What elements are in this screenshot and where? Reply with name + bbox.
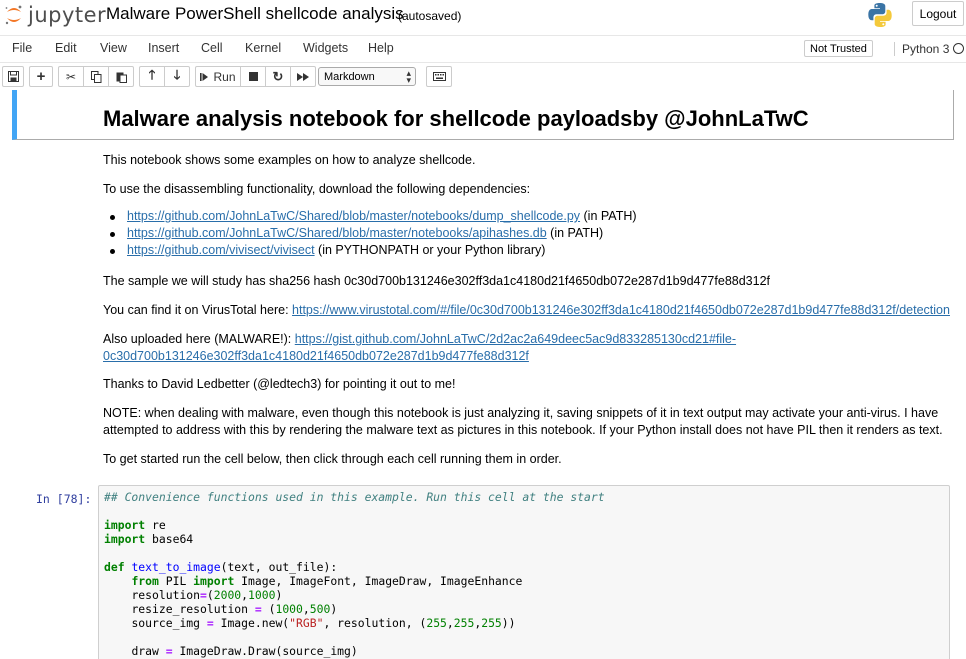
copy-icon: [90, 70, 101, 83]
menu-kernel[interactable]: Kernel: [245, 41, 281, 55]
arrow-down-icon: 🡓: [173, 66, 181, 82]
header: jupyter Malware PowerShell shellcode ana…: [0, 0, 966, 31]
markdown-heading: Malware analysis notebook for shellcode …: [103, 106, 809, 131]
cell-type-value: Markdown: [324, 70, 375, 83]
get-started-text: To get started run the cell below, then …: [103, 452, 562, 466]
move-down-button[interactable]: 🡓: [164, 66, 190, 87]
copy-button[interactable]: [83, 66, 109, 87]
save-icon: [7, 71, 19, 82]
menu-file[interactable]: File: [12, 41, 32, 55]
paste-icon: [116, 72, 127, 83]
menu-insert[interactable]: Insert: [148, 41, 179, 55]
interrupt-button[interactable]: [240, 66, 266, 87]
code-line: resize_resolution = (1000,500): [131, 602, 338, 616]
trust-status-button[interactable]: Not Trusted: [804, 40, 873, 57]
cell-type-select[interactable]: Markdown ▴ ▾: [318, 67, 416, 86]
list-bullet: [110, 249, 115, 254]
toolbar: + ✂ 🡑 🡓 Run ↻ Markdown ▴ ▾: [0, 64, 966, 90]
insert-cell-button[interactable]: +: [29, 66, 53, 87]
autosave-status: (autosaved): [398, 9, 462, 23]
code-line: resolution=(2000,1000): [131, 588, 283, 602]
list-item: https://github.com/JohnLaTwC/Shared/blob…: [127, 226, 604, 240]
menu-edit[interactable]: Edit: [55, 41, 77, 55]
dep-link-apihashes[interactable]: https://github.com/JohnLaTwC/Shared/blob…: [127, 226, 547, 240]
restart-icon: ↻: [272, 68, 284, 84]
code-line: import re: [104, 518, 166, 532]
cell-prompt: In [78]:: [36, 492, 92, 506]
code-line: from PIL import Image, ImageFont, ImageD…: [131, 574, 523, 588]
list-item: https://github.com/vivisect/vivisect (in…: [127, 243, 546, 257]
restart-run-all-button[interactable]: [290, 66, 316, 87]
keyboard-icon: [432, 72, 446, 81]
list-item: https://github.com/JohnLaTwC/Shared/blob…: [127, 209, 637, 223]
restart-kernel-button[interactable]: ↻: [265, 66, 291, 87]
sample-hash-text: The sample we will study has sha256 hash…: [103, 274, 770, 288]
kernel-name: Python 3: [894, 42, 949, 56]
run-button[interactable]: Run: [195, 66, 241, 87]
virustotal-text: You can find it on VirusTotal here: http…: [103, 303, 950, 317]
arrow-up-icon: 🡑: [148, 66, 156, 82]
jupyter-logo[interactable]: jupyter: [4, 2, 106, 28]
logout-button[interactable]: Logout: [912, 1, 964, 26]
stop-icon: [248, 72, 258, 81]
dep-link-dump-shellcode[interactable]: https://github.com/JohnLaTwC/Shared/blob…: [127, 209, 580, 223]
gist-link[interactable]: https://gist.github.com/JohnLaTwC/2d2ac2…: [295, 332, 736, 346]
cut-button[interactable]: ✂: [58, 66, 84, 87]
menu-help[interactable]: Help: [368, 41, 394, 55]
list-bullet: [110, 232, 115, 237]
paste-button[interactable]: [108, 66, 134, 87]
command-palette-button[interactable]: [426, 66, 452, 87]
move-up-button[interactable]: 🡑: [139, 66, 165, 87]
code-line: def text_to_image(text, out_file):: [104, 560, 338, 574]
code-line: import base64: [104, 532, 194, 546]
menu-cell[interactable]: Cell: [201, 41, 223, 55]
list-bullet: [110, 215, 115, 220]
deps-intro-text: To use the disassembling functionality, …: [103, 182, 531, 196]
jupyter-icon: [5, 5, 22, 25]
menu-view[interactable]: View: [100, 41, 127, 55]
python-logo-icon: [868, 3, 892, 27]
thanks-text: Thanks to David Ledbetter (@ledtech3) fo…: [103, 377, 456, 391]
menubar: File Edit View Insert Cell Kernel Widget…: [0, 35, 966, 63]
code-line: draw = ImageDraw.Draw(source_img): [131, 644, 358, 658]
code-line: ## Convenience functions used in this ex…: [104, 490, 605, 504]
note-text: NOTE: when dealing with malware, even th…: [103, 406, 939, 420]
notebook-container: Malware analysis notebook for shellcode …: [0, 90, 966, 659]
step-forward-icon: [200, 72, 209, 81]
plus-icon: +: [36, 68, 46, 85]
select-arrows-icon: ▴ ▾: [406, 68, 411, 85]
logo-text: jupyter: [28, 3, 107, 27]
menu-widgets[interactable]: Widgets: [303, 41, 348, 55]
notebook-title[interactable]: Malware PowerShell shellcode analysis: [106, 4, 404, 24]
virustotal-link[interactable]: https://www.virustotal.com/#/file/0c30d7…: [292, 303, 950, 317]
fast-forward-icon: [297, 72, 309, 81]
gist-text-cont: 0c30d700b131246e302ff3da1c4180d21f4650db…: [103, 347, 529, 365]
scissors-icon: ✂: [65, 69, 77, 84]
note-text-cont: attempted to address with this by render…: [103, 423, 943, 437]
code-line: source_img = Image.new("RGB", resolution…: [131, 616, 516, 630]
kernel-idle-indicator-icon: [953, 43, 964, 54]
run-label: Run: [213, 69, 236, 84]
gist-link-cont[interactable]: 0c30d700b131246e302ff3da1c4180d21f4650db…: [103, 349, 529, 363]
gist-text: Also uploaded here (MALWARE!): https://g…: [103, 332, 737, 346]
intro-text: This notebook shows some examples on how…: [103, 153, 476, 167]
save-button[interactable]: [2, 66, 24, 87]
dep-link-vivisect[interactable]: https://github.com/vivisect/vivisect: [127, 243, 315, 257]
